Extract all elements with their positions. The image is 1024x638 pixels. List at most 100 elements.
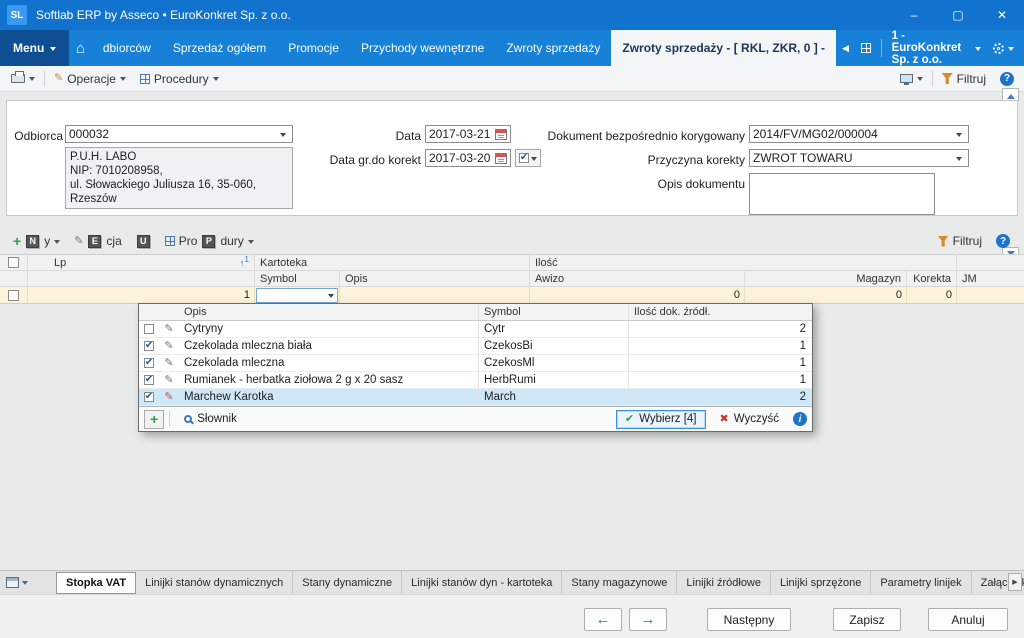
col-header-korekta[interactable]: Korekta [907, 271, 957, 286]
company-selector[interactable]: 1 - EuroKonkret Sp. z o.o. [886, 30, 987, 66]
item-qty: 2 [629, 321, 814, 337]
print-button[interactable] [4, 68, 42, 90]
plus-icon: + [13, 234, 21, 248]
tab-linijki-zrodlowe[interactable]: Linijki źródłowe [677, 571, 771, 594]
tab-linijki-sprzezone[interactable]: Linijki sprzężone [771, 571, 871, 594]
minimize-button[interactable]: – [892, 0, 936, 30]
tab-parametry-linijek[interactable]: Parametry linijek [871, 571, 971, 594]
tab-promocje[interactable]: Promocje [277, 30, 350, 66]
pencil-icon[interactable]: ✎ [164, 392, 173, 403]
close-button[interactable]: ✕ [980, 0, 1024, 30]
settings-button[interactable] [987, 30, 1024, 66]
wybierz-button[interactable]: ✔ Wybierz [4] [616, 410, 706, 429]
jm-cell[interactable] [957, 287, 1024, 303]
grid-help-button[interactable]: ? [989, 230, 1018, 252]
nastepny-button[interactable]: Następny [707, 608, 791, 631]
magazyn-cell[interactable]: 0 [745, 287, 907, 303]
maximize-button[interactable]: ▢ [936, 0, 980, 30]
tab-stany-magazynowe[interactable]: Stany magazynowe [562, 571, 677, 594]
tab-zwroty-sprzedazy[interactable]: Zwroty sprzedaży [495, 30, 611, 66]
grid-filtruj-button[interactable]: Filtruj [931, 230, 989, 252]
bottom-tabs-scroll-right[interactable]: ▶ [1008, 573, 1022, 591]
list-item[interactable]: ✔ ✎ Czekolada mleczna CzekosMl 1 [139, 355, 812, 372]
tab-scroll-left-icon[interactable]: ◀ [836, 30, 855, 66]
pencil-icon[interactable]: ✎ [164, 324, 173, 335]
select-all-checkbox[interactable]: ✔ [0, 255, 28, 270]
tab-linijki-stanow-dyn-kartoteka[interactable]: Linijki stanów dyn - kartoteka [402, 571, 562, 594]
pencil-icon[interactable]: ✎ [164, 358, 173, 369]
tab-linijki-stanow-dynamicznych[interactable]: Linijki stanów dynamicznych [136, 571, 293, 594]
usun-button[interactable]: U [129, 230, 158, 252]
tab-odbiorcow[interactable]: dbiorców [92, 30, 162, 66]
col-group-ilosc[interactable]: Ilość [530, 255, 957, 270]
bottom-panel-menu-button[interactable] [0, 571, 34, 594]
pencil-icon[interactable]: ✎ [164, 341, 173, 352]
slownik-button[interactable]: Słownik [175, 410, 246, 429]
odbiorca-address-box[interactable]: P.U.H. LABO NIP: 7010208958, ul. Słowack… [65, 147, 293, 209]
opis-cell[interactable] [340, 287, 530, 303]
awizo-cell[interactable]: 0 [530, 287, 745, 303]
procedury-button[interactable]: Procedury [133, 68, 226, 90]
row-checkbox[interactable]: ✔ [144, 375, 154, 385]
item-opis: Cytryny [179, 321, 479, 337]
chevron-up-icon [1007, 90, 1015, 99]
col-header-opis[interactable]: Opis [340, 271, 530, 286]
symbol-edit-combobox[interactable] [256, 288, 338, 303]
tab-przychody-wewnetrzne[interactable]: Przychody wewnętrzne [350, 30, 495, 66]
col-header-symbol[interactable]: Symbol [255, 271, 340, 286]
popup-col-opis[interactable]: Opis [179, 304, 479, 320]
odbiorca-combobox[interactable]: 000032 [65, 125, 293, 143]
monitor-icon [900, 74, 913, 83]
nowy-button[interactable]: + N y [6, 230, 67, 252]
tab-stopka-vat[interactable]: Stopka VAT [56, 572, 136, 594]
popup-col-ilosc[interactable]: Ilość dok. źródł. [629, 304, 814, 320]
popup-col-symbol[interactable]: Symbol [479, 304, 629, 320]
row-checkbox[interactable]: ✔ [144, 392, 154, 402]
opis-dokumentu-textarea[interactable] [749, 173, 935, 215]
filtruj-button[interactable]: Filtruj [935, 68, 993, 90]
info-icon[interactable]: i [793, 412, 807, 426]
korekta-cell[interactable]: 0 [907, 287, 957, 303]
anuluj-button[interactable]: Anuluj [928, 608, 1008, 631]
pencil-icon[interactable]: ✎ [164, 375, 173, 386]
zapisz-button[interactable]: Zapisz [833, 608, 901, 631]
magnifier-icon [184, 415, 192, 423]
list-item[interactable]: ✔ ✎ Czekolada mleczna biała CzekosBi 1 [139, 338, 812, 355]
przyczyna-combobox[interactable]: ZWROT TOWARU [749, 149, 969, 167]
list-item[interactable]: ✔ ✎ Cytryny Cytr 2 [139, 321, 812, 338]
home-icon[interactable]: ⌂ [69, 30, 91, 66]
col-header-lp[interactable]: Lp ↑1 [28, 255, 255, 270]
col-header-awizo[interactable]: Awizo [530, 271, 745, 286]
grid-procedury-button[interactable]: Pro P dury [158, 230, 261, 252]
tab-sprzedaz-ogolem[interactable]: Sprzedaż ogółem [162, 30, 277, 66]
wybierz-label: Wybierz [4] [639, 413, 696, 425]
tab-active-zwroty-sprzedazy-dokument[interactable]: Zwroty sprzedaży - [ RKL, ZKR, 0 ] - [611, 30, 836, 66]
edycja-button[interactable]: ✎ E cja [67, 230, 129, 252]
col-group-kartoteka[interactable]: Kartoteka [255, 255, 530, 270]
wyczysc-button[interactable]: ✖ Wyczyść [711, 410, 788, 429]
edycja-label-rest: cja [106, 234, 121, 248]
calendar-icon[interactable] [495, 129, 507, 140]
row-checkbox[interactable]: ✔ [144, 341, 154, 351]
views-button[interactable] [893, 68, 930, 90]
next-record-button[interactable]: → [629, 608, 667, 631]
tab-list-icon[interactable] [855, 30, 877, 66]
tab-stany-dynamiczne[interactable]: Stany dynamiczne [293, 571, 402, 594]
operacje-button[interactable]: ✎ Operacje [47, 68, 133, 90]
dokument-combobox[interactable]: 2014/FV/MG02/000004 [749, 125, 969, 143]
previous-record-button[interactable]: ← [584, 608, 622, 631]
data-field[interactable]: 2017-03-21 [425, 125, 511, 143]
row-checkbox[interactable]: ✔ [0, 287, 28, 303]
data-korekt-field[interactable]: 2017-03-20 [425, 149, 511, 167]
col-header-magazyn[interactable]: Magazyn [745, 271, 907, 286]
col-header-jm[interactable]: JM [957, 271, 1024, 286]
list-item[interactable]: ✔ ✎ Rumianek - herbatka ziołowa 2 g x 20… [139, 372, 812, 389]
row-checkbox[interactable]: ✔ [144, 358, 154, 368]
row-checkbox[interactable]: ✔ [144, 324, 154, 334]
grid-toolbar-right: Filtruj ? [931, 230, 1018, 252]
add-item-button[interactable]: + [144, 410, 164, 429]
calendar-icon[interactable] [495, 153, 507, 164]
menu-button[interactable]: Menu [0, 30, 69, 66]
list-item-selected[interactable]: ✔ ✎ Marchew Karotka March 2 [139, 389, 812, 406]
help-button[interactable]: ? [993, 68, 1024, 90]
